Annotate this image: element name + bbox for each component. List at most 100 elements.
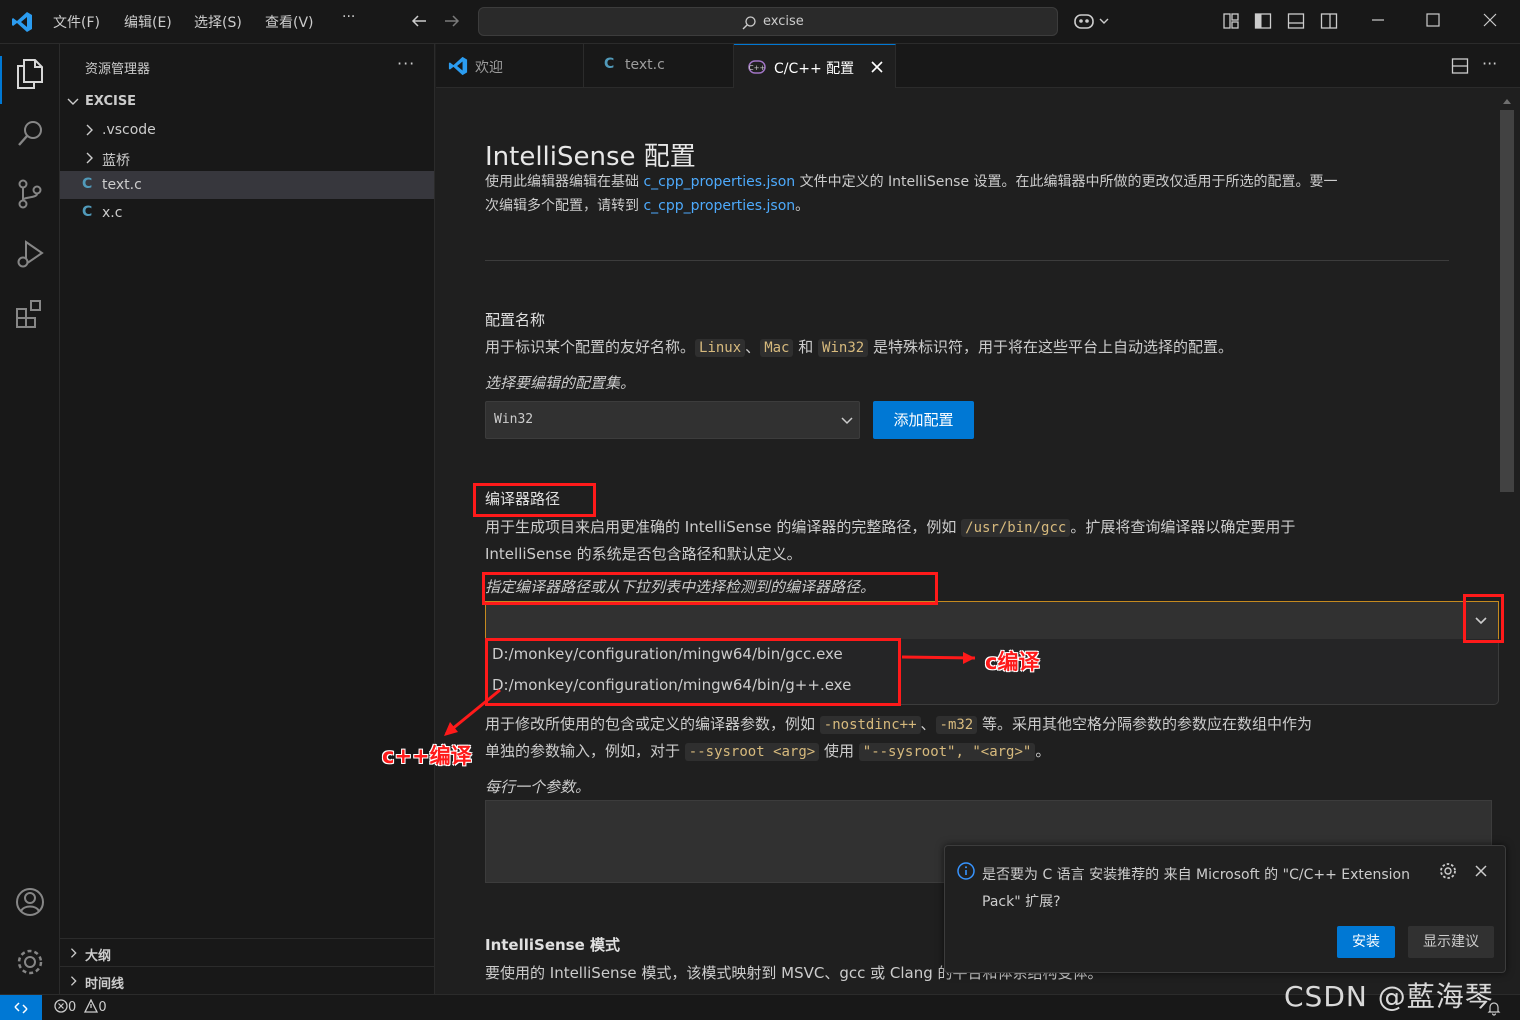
- config-select[interactable]: Win32: [485, 401, 860, 439]
- menu-selection[interactable]: 选择(S): [194, 12, 242, 32]
- chevron-right-icon: [86, 124, 93, 136]
- active-indicator: [0, 56, 2, 104]
- install-button[interactable]: 安装: [1337, 926, 1395, 958]
- command-center-search[interactable]: excise: [478, 7, 1058, 36]
- config-name-desc: 用于标识某个配置的友好名称。 Linux、 Mac 和 Win32 是特殊标识符，用…: [485, 338, 1233, 357]
- annotation-box-hint: [482, 572, 938, 605]
- config-select-value: Win32: [494, 412, 534, 427]
- tree-folder-lanqiao[interactable]: 蓝桥: [60, 144, 434, 172]
- search-text: excise: [763, 14, 804, 29]
- customize-layout-icon[interactable]: [1222, 12, 1240, 34]
- compiler-path-input[interactable]: [485, 601, 1499, 639]
- minimize-icon[interactable]: [1370, 12, 1386, 32]
- notification-message: 是否要为 C 语言 安装推荐的 来自 Microsoft 的 "C/C++ Ex…: [982, 867, 1410, 910]
- toggle-primary-sidebar-icon[interactable]: [1254, 12, 1272, 34]
- config-select-hint: 选择要编辑的配置集。: [485, 374, 636, 392]
- run-debug-icon[interactable]: [15, 238, 45, 274]
- tree-item-label: .vscode: [102, 122, 156, 138]
- outline-label: 大纲: [85, 949, 112, 964]
- error-count: 0: [68, 1000, 77, 1015]
- annotation-box-chevron: [1463, 594, 1504, 643]
- warning-count: 0: [98, 1000, 107, 1015]
- c-file-icon: C: [82, 204, 93, 220]
- tab-cpp-config[interactable]: C++ C/C++ 配置: [734, 44, 896, 88]
- outline-section[interactable]: 大纲: [60, 938, 434, 966]
- toggle-panel-icon[interactable]: [1287, 12, 1305, 34]
- title-bar: 文件(F) 编辑(E) 选择(S) 查看(V) ··· excise: [0, 0, 1520, 44]
- notification-close-icon[interactable]: [1475, 865, 1487, 877]
- compiler-path-desc: 用于生成项目来启用更准确的 IntelliSense 的编译器的完整路径，例如 …: [485, 518, 1296, 563]
- remote-icon: [14, 1002, 28, 1014]
- sidebar-more-actions[interactable]: ···: [397, 54, 415, 73]
- annotation-cpp-compile: c++编译: [382, 744, 472, 768]
- explorer-icon[interactable]: [15, 58, 45, 94]
- editor-more-actions[interactable]: ···: [1482, 54, 1497, 73]
- tree-item-label: text.c: [102, 177, 142, 193]
- csdn-watermark: CSDN @藍海琴泉: [1284, 980, 1494, 1013]
- chevron-down-icon: [67, 98, 79, 105]
- accounts-icon[interactable]: [15, 886, 45, 922]
- menu-file[interactable]: 文件(F): [53, 12, 100, 32]
- properties-json-link[interactable]: c_cpp_properties.json: [643, 174, 795, 190]
- c-file-icon: C: [604, 56, 615, 72]
- workspace-root-label: EXCISE: [85, 94, 137, 109]
- add-config-button[interactable]: 添加配置: [873, 401, 974, 439]
- tree-file-x-c[interactable]: C x.c: [60, 199, 434, 227]
- warning-icon: [84, 998, 99, 1013]
- chevron-right-icon: [70, 948, 77, 958]
- sidebar-title: 资源管理器: [85, 62, 151, 77]
- error-icon: [54, 999, 68, 1013]
- timeline-section[interactable]: 时间线: [60, 966, 434, 994]
- menu-view[interactable]: 查看(V): [265, 12, 314, 32]
- annotation-c-compile: c编译: [985, 650, 1040, 674]
- tab-label: text.c: [625, 57, 665, 73]
- tree-folder-vscode[interactable]: .vscode: [60, 116, 434, 144]
- timeline-label: 时间线: [85, 977, 125, 992]
- extensions-icon[interactable]: [15, 298, 45, 334]
- editor-scrollbar[interactable]: [1500, 110, 1514, 492]
- tab-label: C/C++ 配置: [774, 61, 855, 77]
- page-title: IntelliSense 配置: [485, 142, 696, 172]
- close-window-icon[interactable]: [1482, 12, 1498, 32]
- divider: [485, 260, 1449, 261]
- copilot-icon[interactable]: [1073, 10, 1111, 36]
- problems-status[interactable]: 0 0: [54, 998, 107, 1015]
- show-recommendations-button[interactable]: 显示建议: [1408, 926, 1494, 958]
- settings-gear-icon[interactable]: [15, 946, 45, 982]
- tab-text-c[interactable]: C text.c: [584, 44, 734, 88]
- maximize-icon[interactable]: [1425, 12, 1441, 32]
- config-name-heading: 配置名称: [485, 311, 546, 329]
- scroll-up-arrow-icon[interactable]: [1502, 94, 1512, 109]
- annotation-box-heading: [473, 483, 596, 517]
- workspace-root[interactable]: EXCISE: [60, 88, 434, 116]
- tree-file-text-c[interactable]: C text.c: [60, 171, 434, 199]
- tab-welcome[interactable]: 欢迎: [436, 44, 584, 88]
- source-control-icon[interactable]: [15, 178, 45, 214]
- tab-label: 欢迎: [475, 60, 503, 76]
- intellisense-mode-heading: IntelliSense 模式: [485, 936, 621, 954]
- toggle-secondary-sidebar-icon[interactable]: [1320, 12, 1338, 34]
- back-arrow-icon[interactable]: [410, 12, 428, 34]
- chevron-down-icon: [841, 417, 853, 425]
- activity-bar: [0, 44, 60, 994]
- forward-arrow-icon[interactable]: [443, 12, 461, 34]
- close-tab-icon[interactable]: [871, 61, 883, 73]
- search-icon: [742, 16, 756, 30]
- chevron-right-icon: [70, 976, 77, 986]
- c-file-icon: C: [82, 176, 93, 192]
- menu-edit[interactable]: 编辑(E): [124, 12, 172, 32]
- tree-item-label: x.c: [102, 205, 123, 221]
- vscode-logo-icon: [11, 11, 33, 37]
- properties-json-link-2[interactable]: c_cpp_properties.json: [643, 198, 795, 214]
- search-icon[interactable]: [15, 118, 45, 154]
- split-editor-icon[interactable]: [1451, 57, 1469, 75]
- notification-settings-gear-icon[interactable]: [1439, 862, 1457, 880]
- annotation-arrows: [444, 652, 976, 736]
- menu-more[interactable]: ···: [342, 9, 355, 25]
- vscode-logo-icon: [448, 56, 468, 76]
- explorer-sidebar: 资源管理器 ··· EXCISE .vscode 蓝桥 C text.c C x…: [60, 44, 435, 994]
- remote-indicator[interactable]: [0, 995, 42, 1020]
- intro-text: 使用此编辑器编辑在基础 c_cpp_properties.json 文件中定义的…: [485, 174, 1338, 214]
- svg-text:C++: C++: [749, 64, 766, 72]
- compiler-args-hint: 每行一个参数。: [485, 778, 591, 796]
